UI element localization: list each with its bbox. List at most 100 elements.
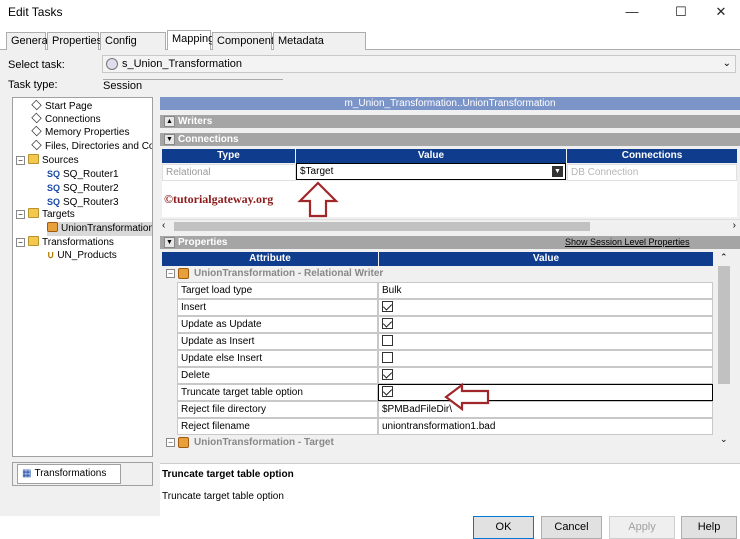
tree-item-label: UN_Products — [57, 250, 117, 261]
target-icon — [178, 437, 189, 448]
tab-transformations-label: Transformations — [34, 468, 107, 479]
properties-bar: ▼ Properties Show Session Level Properti… — [160, 236, 740, 249]
tree-item-targets[interactable]: − Targets — [16, 208, 75, 222]
target-icon — [178, 268, 189, 279]
scroll-thumb-v[interactable] — [718, 266, 730, 384]
tab-properties[interactable]: Properties — [47, 32, 102, 50]
scroll-right-icon[interactable]: › — [733, 220, 736, 231]
collapse-icon[interactable]: − — [16, 210, 25, 219]
source-qualifier-icon: SQ — [47, 197, 61, 207]
folder-icon — [28, 154, 39, 164]
ok-button[interactable]: OK — [473, 516, 534, 539]
value-cell[interactable] — [378, 350, 713, 367]
tree-item-sq-router3[interactable]: SQ SQ_Router3 — [47, 195, 119, 209]
tree-item-uniontransformation[interactable]: UnionTransformation — [47, 222, 153, 236]
attribute-cell: Insert — [177, 299, 378, 316]
tab-transformations[interactable]: ▦ Transformations — [17, 464, 121, 484]
value-cell[interactable]: $PMBadFileDir\ — [378, 401, 713, 418]
value-cell[interactable] — [378, 367, 713, 384]
help-button[interactable]: Help — [681, 516, 737, 539]
tab-config-object[interactable]: Config Object — [100, 32, 166, 63]
attribute-cell: Delete — [177, 367, 378, 384]
value-cell[interactable]: uniontransformation1.bad — [378, 418, 713, 435]
checkbox[interactable] — [382, 318, 393, 329]
tree-item-sq-router1[interactable]: SQ SQ_Router1 — [47, 167, 119, 181]
connection-type-cell: Relational — [162, 164, 296, 181]
value-cell[interactable] — [378, 333, 713, 350]
collapse-icon[interactable]: − — [16, 156, 25, 165]
checkbox[interactable] — [382, 369, 393, 380]
select-task-value: s_Union_Transformation — [122, 58, 243, 70]
select-task-combo[interactable]: s_Union_Transformation ⌄ — [102, 55, 736, 73]
diamond-icon — [31, 139, 42, 151]
checkbox[interactable] — [382, 335, 393, 346]
checkbox[interactable] — [382, 301, 393, 312]
checkbox[interactable] — [382, 352, 393, 363]
collapse-icon[interactable]: − — [166, 269, 175, 278]
collapse-icon[interactable]: − — [166, 438, 175, 447]
tree-item-label: Transformations — [42, 237, 114, 248]
maximize-button[interactable]: ☐ — [663, 0, 699, 24]
value-cell[interactable]: Bulk — [378, 282, 713, 299]
col-attribute: Attribute — [162, 252, 378, 266]
source-qualifier-icon: SQ — [47, 183, 61, 193]
tree-item-transformations[interactable]: − Transformations — [16, 236, 114, 250]
navigator-tree: Start Page Connections Memory Properties… — [12, 97, 153, 457]
tree-item-label: Targets — [42, 209, 75, 220]
value-cell[interactable] — [378, 299, 713, 316]
scroll-left-icon[interactable]: ‹ — [162, 220, 165, 231]
value-cell[interactable] — [378, 384, 713, 401]
title-bar: Edit Tasks — ☐ ✕ — [0, 0, 740, 24]
tree-item-label: SQ_Router3 — [63, 197, 119, 208]
attribute-cell: Truncate target table option — [177, 384, 378, 401]
connection-value-cell[interactable]: $Target ▼ — [296, 163, 566, 180]
tree-bottom-bar: ▦ Transformations — [12, 462, 153, 486]
transformations-icon: ▦ — [22, 468, 32, 479]
apply-button[interactable]: Apply — [609, 516, 675, 539]
expand-icon[interactable]: ▲ — [164, 116, 175, 127]
tree-item-connections[interactable]: Connections — [31, 112, 101, 127]
task-type-value: Session — [103, 79, 283, 92]
watermark: ©tutorialgateway.org — [164, 192, 274, 206]
show-session-level-link[interactable]: Show Session Level Properties — [565, 237, 690, 247]
collapse-arrow-icon[interactable]: ▼ — [164, 237, 175, 248]
collapse-icon[interactable]: − — [16, 238, 25, 247]
diamond-icon — [31, 112, 42, 124]
group-relational-writer: − UnionTransformation - Relational Write… — [162, 267, 713, 281]
vertical-scrollbar[interactable]: ⌃ ⌄ — [714, 252, 738, 452]
scroll-up-icon[interactable]: ⌃ — [720, 252, 728, 263]
dropdown-icon[interactable]: ▼ — [552, 166, 563, 177]
tab-components[interactable]: Components — [212, 32, 279, 50]
scroll-thumb[interactable] — [174, 222, 590, 231]
session-icon — [106, 58, 118, 70]
tab-general[interactable]: General — [6, 32, 50, 50]
checkbox[interactable] — [382, 386, 393, 397]
union-icon: ∪ — [47, 250, 55, 261]
tree-item-start-page[interactable]: Start Page — [31, 99, 92, 114]
tree-item-label: UnionTransformation — [61, 223, 153, 234]
group-relational-writer-label: UnionTransformation - Relational Writer — [194, 268, 384, 279]
diamond-icon — [31, 99, 42, 111]
horizontal-scrollbar[interactable]: ‹ › — [160, 219, 740, 233]
close-button[interactable]: ✕ — [703, 0, 739, 24]
value-cell[interactable] — [378, 316, 713, 333]
tree-item-memory-properties[interactable]: Memory Properties — [31, 125, 130, 140]
scroll-down-icon[interactable]: ⌄ — [720, 434, 728, 445]
cancel-button[interactable]: Cancel — [541, 516, 602, 539]
tree-item-files-directories[interactable]: Files, Directories and Com — [31, 139, 152, 154]
tree-item-un-products[interactable]: ∪ UN_Products — [47, 249, 117, 263]
chevron-down-icon: ⌄ — [722, 58, 731, 69]
tree-item-label: Memory Properties — [45, 127, 130, 138]
tree-item-sq-router2[interactable]: SQ SQ_Router2 — [47, 181, 119, 195]
collapse-arrow-icon[interactable]: ▼ — [164, 134, 175, 145]
tab-mapping[interactable]: Mapping — [167, 30, 214, 51]
attribute-cell: Reject file directory — [177, 401, 378, 418]
tab-strip: General Properties Config Object Mapping… — [0, 30, 740, 63]
folder-icon — [28, 208, 39, 218]
tree-item-sources[interactable]: − Sources — [16, 154, 79, 168]
minimize-button[interactable]: — — [614, 0, 650, 24]
folder-icon — [28, 236, 39, 246]
tab-metadata-extensions[interactable]: Metadata Extensions — [273, 32, 366, 63]
attribute-cell: Target load type — [177, 282, 378, 299]
connection-value-text: $Target — [300, 166, 334, 177]
